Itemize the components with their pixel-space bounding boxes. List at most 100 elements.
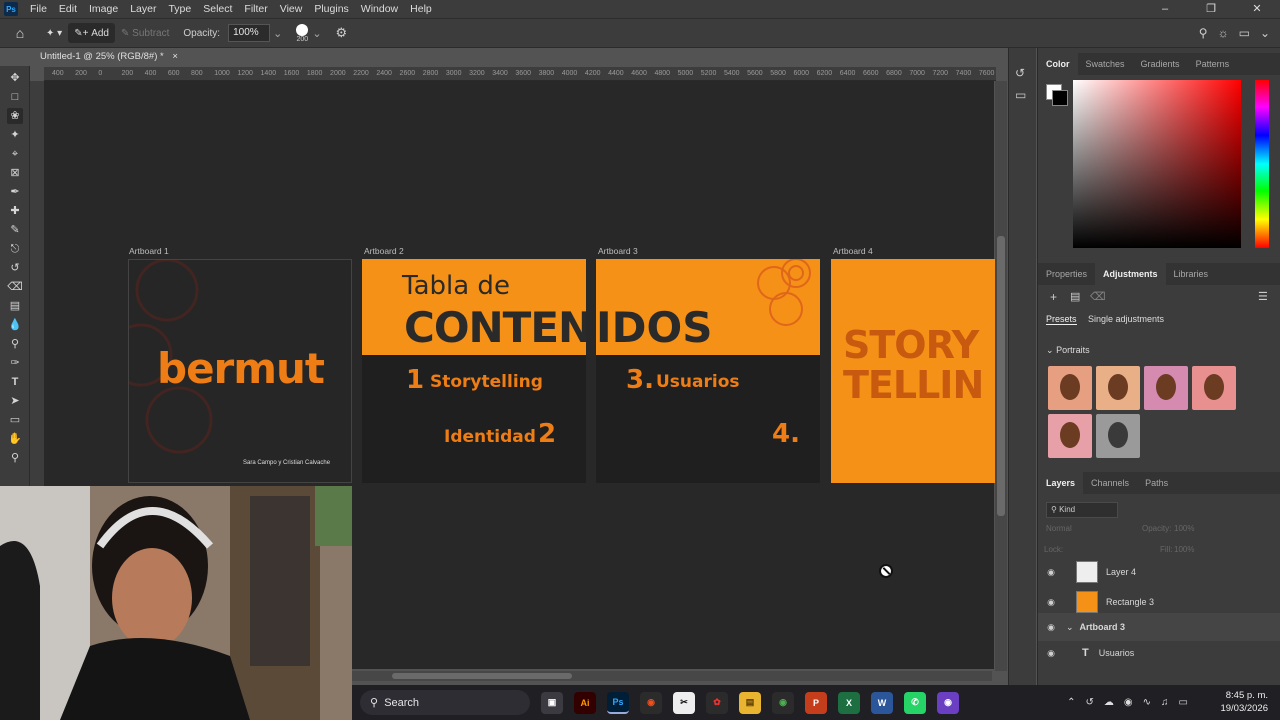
cloud-icon[interactable]: ☁ [1104, 697, 1114, 708]
chevron-up-icon[interactable]: ⌃ [1067, 697, 1075, 708]
list-view-icon[interactable]: ☰ [1258, 290, 1268, 303]
pen-tool-icon[interactable]: ✑ [7, 355, 23, 371]
blur-tool-icon[interactable]: 💧 [7, 317, 23, 333]
tab-libraries[interactable]: Libraries [1166, 263, 1217, 285]
add-mode-button[interactable]: ✎+ Add [68, 23, 115, 43]
menu-plugins[interactable]: Plugins [308, 3, 354, 15]
mic-icon[interactable]: ◉ [1124, 697, 1133, 708]
layer-opacity-value[interactable]: 100% [1174, 524, 1194, 533]
taskbar-clock[interactable]: 8:45 p. m. 19/03/2026 [1220, 689, 1268, 715]
tab-adjustments[interactable]: Adjustments [1095, 263, 1166, 285]
figma-icon[interactable]: ◉ [640, 691, 662, 714]
eye-icon[interactable]: ◉ [1038, 622, 1064, 633]
eye-icon[interactable]: ◉ [1038, 567, 1064, 578]
menu-view[interactable]: View [274, 3, 309, 15]
tab-layers[interactable]: Layers [1038, 472, 1084, 494]
scroll-thumb[interactable] [997, 236, 1005, 516]
preset-thumbnail[interactable] [1192, 366, 1236, 410]
hand-tool-icon[interactable]: ✋ [7, 431, 23, 447]
home-icon[interactable]: ⌂ [0, 23, 40, 43]
eye-icon[interactable]: ◉ [1038, 648, 1064, 659]
photoshop-icon[interactable]: Ps [607, 691, 629, 714]
color-field[interactable] [1073, 80, 1241, 248]
subtract-mode-button[interactable]: ✎ Subtract [115, 23, 175, 43]
gradient-tool-icon[interactable]: ▤ [7, 298, 23, 314]
chevron-down-icon[interactable]: ⌄ [273, 27, 282, 40]
app-icon[interactable]: ✿ [706, 691, 728, 714]
light-icon[interactable]: ☼ [1218, 26, 1229, 40]
layer-row[interactable]: ◉ Rectangle 3 [1038, 588, 1280, 616]
artboard-2-label[interactable]: Artboard 2 [364, 246, 404, 256]
dodge-tool-icon[interactable]: ⚲ [7, 336, 23, 352]
menu-filter[interactable]: Filter [238, 3, 273, 15]
fill-value[interactable]: 100% [1174, 545, 1194, 554]
restore-icon[interactable]: ❐ [1188, 0, 1234, 18]
menu-layer[interactable]: Layer [124, 3, 162, 15]
frame-tool-icon[interactable]: ⊠ [7, 165, 23, 181]
preset-thumbnail[interactable] [1096, 366, 1140, 410]
comments-icon[interactable]: ▭ [1015, 88, 1026, 102]
tab-patterns[interactable]: Patterns [1188, 53, 1238, 75]
close-icon[interactable]: ✕ [1234, 0, 1280, 18]
whatsapp-icon[interactable]: ✆ [904, 691, 926, 714]
sync-icon[interactable]: ↺ [1086, 697, 1094, 708]
battery-icon[interactable]: ▭ [1179, 697, 1188, 708]
tab-gradients[interactable]: Gradients [1133, 53, 1188, 75]
portraits-section-header[interactable]: ⌄ Portraits [1046, 345, 1090, 356]
tab-channels[interactable]: Channels [1083, 472, 1137, 494]
folder-icon[interactable]: ▤ [1070, 290, 1080, 303]
brush-size-picker[interactable]: 200 [296, 23, 309, 43]
quick-selection-tool-icon[interactable]: ❀ [7, 108, 23, 124]
taskbar-search-box[interactable]: ⚲ Search [360, 690, 530, 715]
artboard-1-label[interactable]: Artboard 1 [129, 246, 169, 256]
path-selection-tool-icon[interactable]: ➤ [7, 393, 23, 409]
search-icon[interactable]: ⚲ [1199, 26, 1208, 40]
menu-window[interactable]: Window [355, 3, 404, 15]
menu-type[interactable]: Type [162, 3, 197, 15]
tab-paths[interactable]: Paths [1137, 472, 1176, 494]
vertical-scrollbar[interactable] [995, 81, 1007, 671]
blend-mode-select[interactable]: Normal [1046, 524, 1072, 533]
layer-row-artboard[interactable]: ◉ ⌄ Artboard 3 [1038, 613, 1280, 641]
artboard-3-label[interactable]: Artboard 3 [598, 246, 638, 256]
artboard-1[interactable]: bermut Sara Campo y Cristian Calvache [128, 259, 352, 483]
app-icon[interactable]: ◉ [937, 691, 959, 714]
task-view-icon[interactable]: ▣ [541, 691, 563, 714]
preset-thumbnail[interactable] [1096, 414, 1140, 458]
preset-thumbnail[interactable] [1048, 414, 1092, 458]
artboard-4[interactable]: STORY TELLIN [831, 259, 995, 483]
eyedropper-tool-icon[interactable]: ✒ [7, 184, 23, 200]
gear-icon[interactable]: ⚙ [336, 25, 348, 41]
menu-select[interactable]: Select [197, 3, 238, 15]
trash-icon[interactable]: ⌫ [1090, 290, 1106, 303]
chrome-icon[interactable]: ◉ [772, 691, 794, 714]
add-icon[interactable]: + [1050, 290, 1057, 304]
type-tool-icon[interactable]: T [7, 374, 23, 390]
chevron-down-icon[interactable]: ⌄ [1066, 622, 1074, 633]
eye-icon[interactable]: ◉ [1038, 597, 1064, 608]
layer-filter-kind[interactable]: ⚲ Kind [1046, 502, 1118, 518]
history-icon[interactable]: ↺ [1015, 66, 1025, 80]
close-tab-icon[interactable]: × [172, 51, 178, 62]
excel-icon[interactable]: X [838, 691, 860, 714]
menu-file[interactable]: File [24, 3, 53, 15]
artboard-4-label[interactable]: Artboard 4 [833, 246, 873, 256]
hue-slider[interactable] [1255, 80, 1269, 248]
layer-row[interactable]: ◉ T Usuarios [1038, 639, 1280, 667]
powerpoint-icon[interactable]: P [805, 691, 827, 714]
crop-tool-icon[interactable]: ⌖ [7, 146, 23, 162]
marquee-tool-icon[interactable]: □ [7, 89, 23, 105]
quick-selection-preset-icon[interactable]: ✦ ▾ [40, 23, 68, 43]
chevron-down-icon[interactable]: ⌄ [1260, 26, 1270, 40]
history-brush-tool-icon[interactable]: ↺ [7, 260, 23, 276]
capcut-icon[interactable]: ✂ [673, 691, 695, 714]
scroll-thumb[interactable] [392, 673, 572, 679]
tab-swatches[interactable]: Swatches [1078, 53, 1133, 75]
background-color-swatch[interactable] [1052, 90, 1068, 106]
magic-wand-tool-icon[interactable]: ✦ [7, 127, 23, 143]
clone-stamp-tool-icon[interactable]: ⎋ [7, 241, 23, 257]
volume-icon[interactable]: ♫ [1161, 697, 1169, 708]
tab-color[interactable]: Color [1038, 53, 1078, 75]
artboard-2[interactable]: Tabla de CONTENIDOS 1 Storytelling Ident… [362, 259, 586, 483]
minimize-icon[interactable]: – [1142, 0, 1188, 18]
